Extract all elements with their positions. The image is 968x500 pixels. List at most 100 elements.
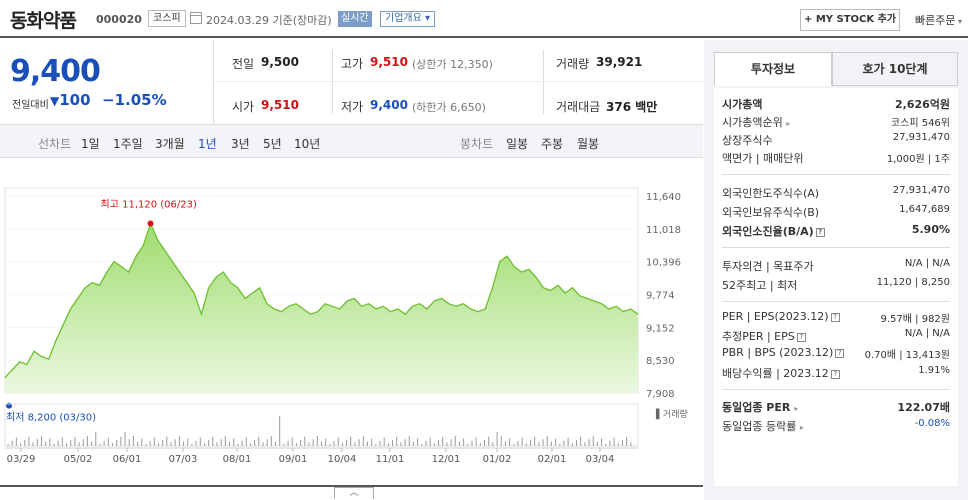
x-tick-label: 12/01 — [432, 454, 461, 465]
price-chart[interactable]: 11,640 11,018 10,396 9,774 9,152 8,530 7,908 최고… — [0, 160, 703, 500]
diff-label: 전일대비 — [12, 100, 49, 111]
help-icon[interactable]: ? — [796, 332, 806, 342]
divider — [213, 81, 703, 82]
company-info-dropdown[interactable]: 기업개요 ▾ — [380, 11, 436, 27]
line-chart-label: 선차트 — [38, 137, 72, 151]
high-annotation: 최고 11,120 (06/23) — [101, 198, 197, 210]
period-bar: 선차트 1일 1주일 3개월 1년 3년 5년 10년 봉차트 일봉 주봉 월봉 — [0, 124, 703, 158]
collapse-toggle[interactable]: ︿ — [334, 487, 374, 499]
realtime-button[interactable]: 실시간 — [338, 11, 372, 27]
x-tick-label: 03/29 — [7, 454, 36, 465]
chevron-right-icon: ▸ — [799, 423, 804, 432]
down-arrow-icon: ▼ — [50, 94, 60, 108]
tab-orderbook[interactable]: 호가 10단계 — [832, 52, 958, 86]
x-tick-label: 05/02 — [64, 454, 93, 465]
y-tick-label: 7,908 — [646, 389, 675, 400]
chevron-down-icon: ▾ — [425, 13, 431, 24]
face-value-row: 액면가 | 매매단위 1,000원 | 1주 — [722, 152, 950, 165]
help-icon[interactable]: ? — [835, 348, 845, 358]
y-tick-label: 10,396 — [646, 258, 681, 269]
y-tick-label: 9,774 — [646, 291, 675, 302]
investment-info-panel: 투자정보 호가 10단계 시가총액 2,626억원 시가총액순위 ▸ 코스피 5… — [704, 40, 968, 500]
period-1d[interactable]: 1일 — [81, 135, 100, 152]
diff-value: ▼100 — [50, 91, 91, 109]
stock-name: 동화약품 — [10, 10, 77, 32]
pbr-row: PBR | BPS (2023.12)? 0.70배 | 13,413원 — [722, 346, 950, 361]
add-mystock-button[interactable]: + MY STOCK 추가 — [800, 9, 900, 31]
candle-chart-label: 봉차트 — [460, 137, 494, 151]
price-chart-svg: 11,640 11,018 10,396 9,774 9,152 8,530 7,908 최고… — [0, 187, 703, 487]
candle-daily[interactable]: 일봉 — [506, 135, 528, 152]
divider — [213, 40, 214, 124]
stock-code: 000020 — [96, 13, 142, 26]
help-icon[interactable]: ? — [815, 227, 825, 237]
price-summary: 9,400 전일대비 ▼100 −1.05% 전일 9,500 고가 9,510… — [0, 40, 703, 124]
high-label: 고가 — [341, 57, 364, 71]
period-1y[interactable]: 1년 — [198, 135, 217, 152]
est-per-row: 추정PER | EPS? N/A | N/A — [722, 328, 950, 343]
candle-monthly[interactable]: 월봉 — [577, 135, 599, 152]
chevron-up-icon: ︿ — [349, 488, 359, 498]
per-row: PER | EPS(2023.12)? 9.57배 | 982원 — [722, 310, 950, 325]
x-tick-label: 02/01 — [538, 454, 567, 465]
y-tick-label: 9,152 — [646, 323, 675, 334]
market-badge: 코스피 — [148, 10, 186, 27]
divider — [722, 301, 950, 302]
market-cap-row: 시가총액 2,626억원 — [722, 98, 950, 111]
chevron-right-icon: ▸ — [786, 119, 791, 128]
quick-order-button[interactable]: 빠른주문 ▾ — [915, 12, 962, 28]
y-tick-label: 11,640 — [646, 192, 681, 203]
open-value: 9,510 — [261, 98, 299, 112]
upper-limit: (상한가 12,350) — [412, 58, 493, 71]
opinion-row: 투자의견 | 목표주가 N/A | N/A — [722, 258, 950, 273]
high-point — [147, 220, 154, 227]
high-value: 9,510 — [370, 55, 408, 69]
x-tick-label: 09/01 — [279, 454, 308, 465]
divider — [722, 389, 950, 390]
volume-label: 거래량 — [556, 57, 590, 71]
period-5y[interactable]: 5년 — [263, 135, 282, 152]
x-tick-label: 01/02 — [483, 454, 512, 465]
industry-per-row[interactable]: 동일업종 PER ▸ 122.07배 — [722, 399, 950, 417]
period-3m[interactable]: 3개월 — [155, 135, 185, 152]
x-tick-label: 03/04 — [586, 454, 615, 465]
lower-limit: (하한가 6,650) — [412, 101, 486, 114]
range52-row: 52주최고 | 최저 11,120 | 8,250 — [722, 277, 950, 292]
candle-weekly[interactable]: 주봉 — [541, 135, 563, 152]
dividend-row: 배당수익률 | 2023.12? 1.91% — [722, 365, 950, 380]
open-label: 시가 — [232, 100, 255, 114]
help-icon[interactable]: ? — [830, 369, 840, 379]
amount-value: 376 백만 — [606, 100, 658, 114]
period-1w[interactable]: 1주일 — [113, 135, 143, 152]
foreign-hold-row: 외국인보유주식수(B) 1,647,689 — [722, 204, 950, 219]
low-value: 9,400 — [370, 98, 408, 112]
diff-percent: −1.05% — [102, 91, 167, 109]
y-tick-label: 11,018 — [646, 225, 681, 236]
current-price: 9,400 — [10, 54, 101, 89]
low-point — [6, 402, 12, 409]
cap-rank-row[interactable]: 시가총액순위 ▸ 코스피 546위 — [722, 114, 950, 132]
stock-header: 동화약품 000020 코스피 2024.03.29 기준(장마감) 실시간 기… — [0, 0, 968, 38]
prev-close-label: 전일 — [232, 57, 255, 71]
quote-date: 2024.03.29 기준(장마감) — [206, 14, 332, 27]
foreign-limit-row: 외국인한도주식수(A) 27,931,470 — [722, 185, 950, 200]
x-tick-label: 07/03 — [169, 454, 198, 465]
info-card: 시가총액 2,626억원 시가총액순위 ▸ 코스피 546위 상장주식수 27,… — [714, 88, 958, 486]
prev-close-value: 9,500 — [261, 55, 299, 69]
x-tick-label: 10/04 — [328, 454, 357, 465]
volume-legend: ▌거래량 — [655, 408, 688, 420]
info-tabs: 투자정보 호가 10단계 — [714, 52, 958, 86]
low-label: 저가 — [341, 100, 364, 114]
x-tick-label: 11/01 — [376, 454, 405, 465]
chevron-down-icon: ▾ — [955, 17, 963, 26]
period-10y[interactable]: 10년 — [294, 135, 320, 152]
divider — [722, 247, 950, 248]
y-tick-label: 8,530 — [646, 356, 675, 367]
divider — [332, 50, 333, 114]
industry-change-row[interactable]: 동일업종 등락률 ▸ -0.08% — [722, 418, 950, 436]
tab-investment-info[interactable]: 투자정보 — [714, 52, 832, 86]
x-tick-label: 08/01 — [223, 454, 252, 465]
period-3y[interactable]: 3년 — [231, 135, 250, 152]
divider — [543, 50, 544, 114]
help-icon[interactable]: ? — [830, 312, 840, 322]
